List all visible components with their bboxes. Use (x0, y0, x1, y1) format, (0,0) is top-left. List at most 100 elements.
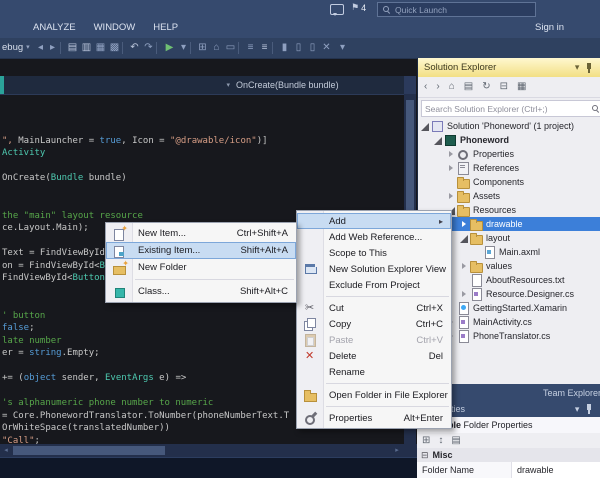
sign-in-link[interactable]: Sign in (535, 17, 564, 38)
new-file-icon[interactable]: ▤ (66, 38, 79, 58)
debug-target-chevron-icon[interactable]: ▾ (177, 38, 190, 58)
menu-paste[interactable]: PasteCtrl+V (297, 332, 451, 348)
title-bar: ⚑ 4 Quick Launch ANALYZEWINDOWHELP Sign … (0, 0, 600, 38)
tree-item-solution-phoneword-1-project[interactable]: Solution 'Phoneword' (1 project) (418, 119, 600, 133)
pin-icon[interactable] (585, 404, 593, 414)
expanded-arrow-icon[interactable] (420, 121, 430, 131)
menu-add-web-reference[interactable]: Add Web Reference... (297, 229, 451, 245)
next-bookmark-icon[interactable]: ▯ (306, 38, 319, 58)
tree-item-assets[interactable]: Assets (418, 189, 600, 203)
redo-icon[interactable]: ↷ (142, 38, 155, 58)
comment-lines-icon[interactable]: ≡ (244, 38, 257, 58)
categorized-icon[interactable]: ⊞ (422, 436, 430, 446)
menu-copy[interactable]: CopyCtrl+C (297, 316, 451, 332)
paste-icon (303, 333, 318, 347)
collapsed-arrow-icon[interactable] (459, 289, 469, 299)
toggle-bookmark-icon[interactable]: ▮ (278, 38, 291, 58)
menu-exclude-from-project[interactable]: Exclude From Project (297, 277, 451, 293)
submenu-new-folder[interactable]: New Folder (106, 259, 296, 276)
file-xml-icon (482, 246, 497, 258)
collapsed-arrow-icon[interactable] (459, 261, 469, 271)
notifications-flag-icon[interactable]: ⚑ 4 (351, 2, 366, 13)
references-icon (456, 162, 471, 174)
menu-add[interactable]: Add▸ (297, 213, 451, 229)
chevron-down-icon: ▾ (26, 38, 30, 58)
tab-team-explorer[interactable]: Team Explorer (543, 388, 600, 398)
context-menu: Add▸Add Web Reference...Scope to ThisNew… (296, 210, 452, 429)
collapse-category-icon[interactable]: ⊟ (421, 450, 429, 461)
property-value-field[interactable]: drawable (512, 462, 600, 478)
menu-new-solution-explorer-view[interactable]: New Solution Explorer View (297, 261, 451, 277)
solution-icon (430, 120, 445, 132)
submenu-class[interactable]: Class...Shift+Alt+C (106, 283, 296, 300)
horizontal-scrollbar-thumb[interactable] (13, 446, 165, 455)
collapsed-arrow-icon[interactable] (459, 219, 469, 229)
start-debug-icon[interactable]: ▶ (163, 38, 176, 58)
feedback-icon[interactable] (330, 4, 344, 15)
window-controls: ▾✕ (575, 404, 600, 414)
members-dropdown[interactable]: OnCreate(Bundle bundle) ▾ (230, 76, 414, 94)
scroll-right-icon[interactable]: ▸ (391, 444, 403, 457)
menu-scope-to-this[interactable]: Scope to This (297, 245, 451, 261)
home-icon[interactable]: ⌂ (449, 82, 455, 92)
collapse-all-icon[interactable]: ⊟ (500, 82, 508, 92)
solution-explorer-title: Solution Explorer (424, 62, 575, 73)
uncomment-lines-icon[interactable]: ≡ (258, 38, 271, 58)
save-all-icon[interactable]: ▩ (108, 38, 121, 58)
toolbar-overflow-icon[interactable]: ▾ (336, 38, 349, 58)
alphabetical-icon[interactable]: ↕ (438, 436, 443, 446)
scrollbar-split-box[interactable] (404, 76, 416, 94)
output-area (0, 457, 417, 478)
window-position-icon[interactable]: ▾ (575, 63, 580, 72)
menu-help[interactable]: HELP (144, 17, 187, 38)
expanded-arrow-icon[interactable] (433, 135, 443, 145)
tree-item-references[interactable]: References (418, 161, 600, 175)
save-icon[interactable]: ▦ (94, 38, 107, 58)
tree-item-properties[interactable]: Properties (418, 147, 600, 161)
collapsed-arrow-icon[interactable] (446, 191, 456, 201)
back-icon[interactable]: ‹ (424, 82, 427, 92)
submenu-existing-item[interactable]: Existing Item...Shift+Alt+A (106, 242, 296, 259)
solution-search-input[interactable]: Search Solution Explorer (Ctrl+;) (421, 100, 600, 117)
menu-properties[interactable]: PropertiesAlt+Enter (297, 410, 451, 426)
scroll-left-icon[interactable]: ◂ (0, 444, 12, 457)
window-position-icon[interactable]: ▾ (575, 405, 580, 414)
previous-bookmark-icon[interactable]: ▯ (292, 38, 305, 58)
expanded-arrow-icon[interactable] (459, 233, 469, 243)
clear-bookmarks-icon[interactable]: ✕ (320, 38, 333, 58)
navigate-forward-icon[interactable]: ▸ (46, 38, 59, 58)
tree-item-phoneword[interactable]: Phoneword (418, 133, 600, 147)
menu-window[interactable]: WINDOW (85, 17, 145, 38)
solution-configurations-icon[interactable]: ⊞ (196, 38, 209, 58)
undo-icon[interactable]: ↶ (128, 38, 141, 58)
submenu-new-item[interactable]: New Item...Ctrl+Shift+A (106, 225, 296, 242)
properties-category-misc[interactable]: ⊟ Misc (417, 448, 600, 462)
tree-item-components[interactable]: Components (418, 175, 600, 189)
folder-icon (456, 176, 471, 188)
delete-icon (303, 349, 318, 363)
properties-icon[interactable]: ▦ (517, 82, 526, 92)
solution-explorer-titlebar[interactable]: Solution Explorer ▾✕ (417, 58, 600, 77)
types-dropdown[interactable]: ▾ (6, 76, 236, 94)
menu-cut[interactable]: CutCtrl+X (297, 300, 451, 316)
solution-explorer-toolbar-icons: ‹ › ⌂ ▤ ↻ ⊟ ▦ (424, 82, 526, 92)
refresh-icon[interactable]: ↻ (482, 82, 490, 92)
menu-rename[interactable]: Rename (297, 364, 451, 380)
menu-delete[interactable]: DeleteDel (297, 348, 451, 364)
menu-open-folder-in-file-explorer[interactable]: Open Folder in File Explorer (297, 387, 451, 403)
find-in-files-icon[interactable]: ▭ (224, 38, 237, 58)
collapsed-arrow-icon[interactable] (446, 163, 456, 173)
property-row: Folder Name drawable (417, 462, 600, 478)
menu-analyze[interactable]: ANALYZE (24, 17, 85, 38)
show-all-files-icon[interactable]: ▤ (464, 82, 473, 92)
quick-launch-input[interactable]: Quick Launch (377, 2, 536, 17)
folder-icon (456, 204, 471, 216)
forward-icon[interactable]: › (436, 82, 439, 92)
scrollbar-corner (403, 444, 417, 457)
home-icon[interactable]: ⌂ (210, 38, 223, 58)
pin-icon[interactable] (585, 63, 593, 73)
debug-configuration-dropdown[interactable]: ebug ▾ (2, 38, 30, 58)
property-pages-icon[interactable]: ▤ (451, 436, 460, 446)
collapsed-arrow-icon[interactable] (446, 149, 456, 159)
open-file-icon[interactable]: ▥ (80, 38, 93, 58)
